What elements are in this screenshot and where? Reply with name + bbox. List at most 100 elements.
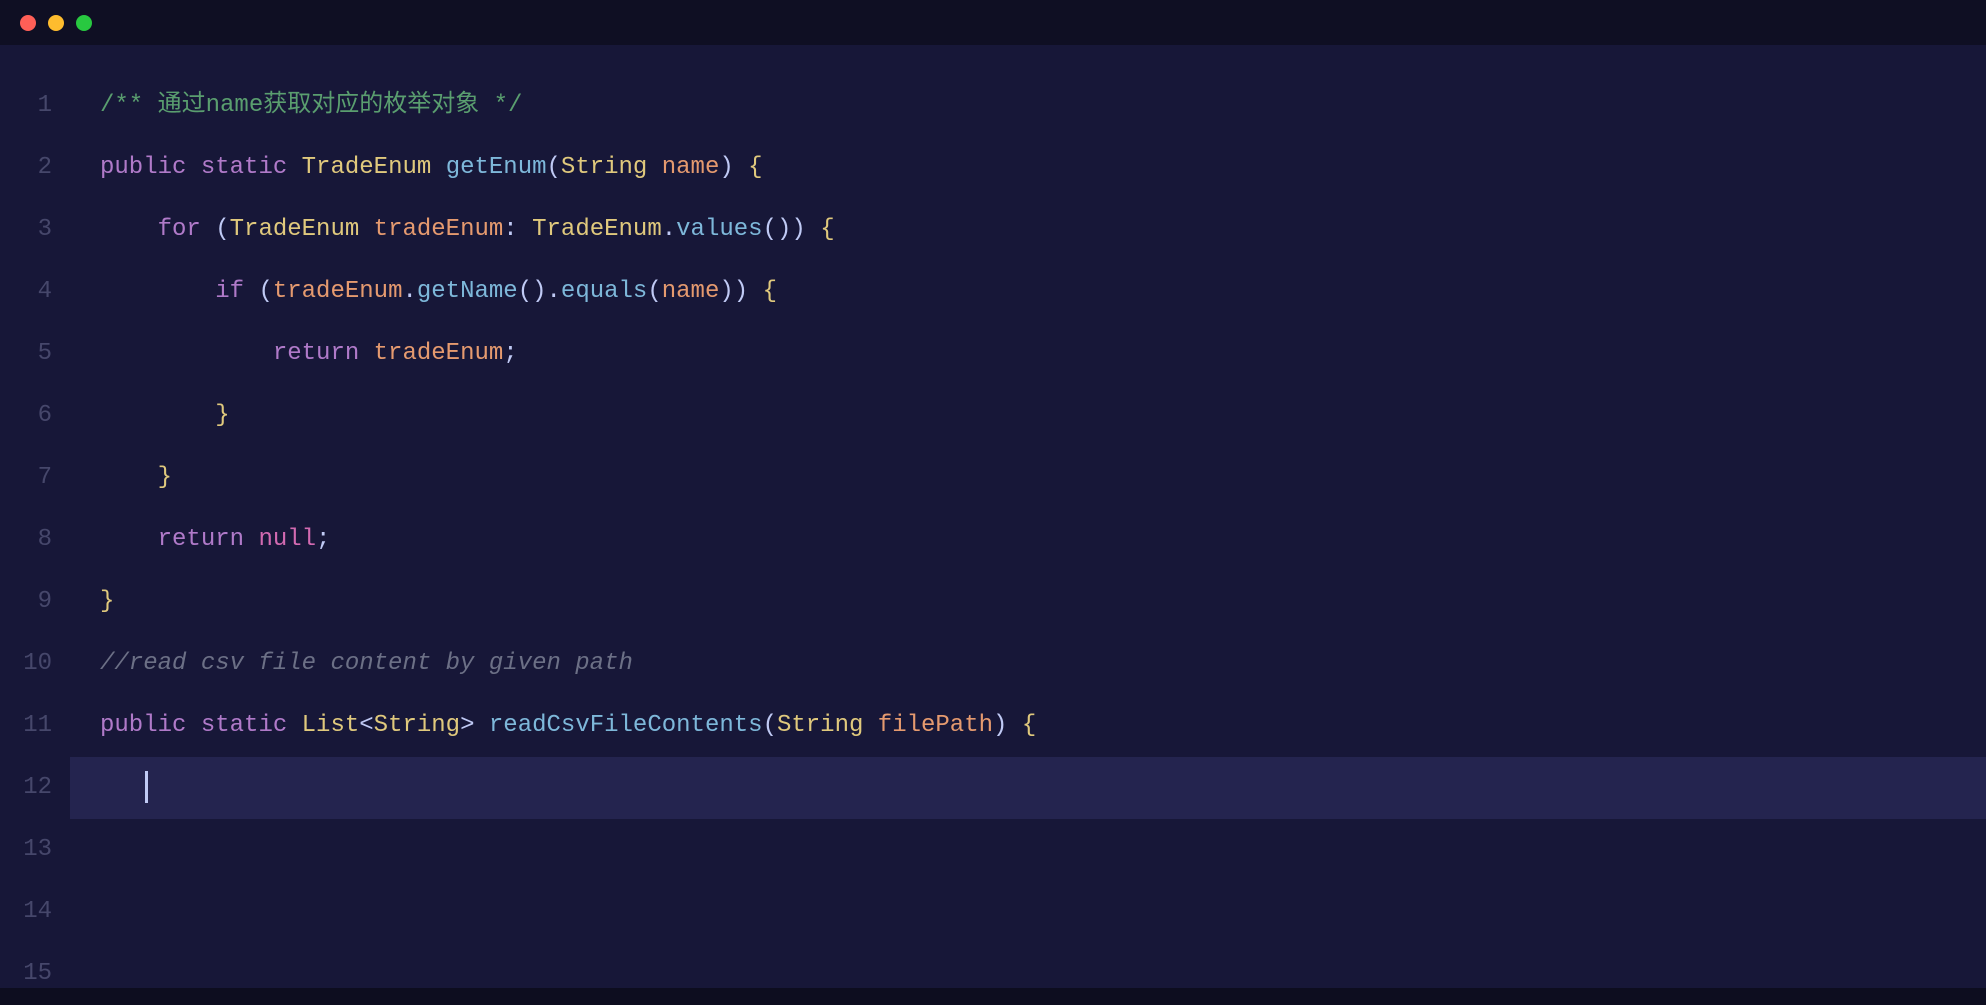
code-token [186, 154, 200, 181]
code-token: ) [719, 154, 733, 181]
minimize-button[interactable] [48, 15, 64, 31]
code-token: null [258, 526, 316, 553]
code-token: String [561, 154, 647, 181]
code-token: getName [417, 278, 518, 305]
line-number: 9 [0, 571, 52, 633]
code-token: > [460, 712, 474, 739]
code-token [431, 154, 445, 181]
line-number: 7 [0, 447, 52, 509]
code-line[interactable]: return tradeEnum; [70, 323, 1986, 385]
line-number: 1 [0, 75, 52, 137]
code-token: ()) [763, 216, 806, 243]
code-line[interactable]: } [70, 447, 1986, 509]
code-token: TradeEnum [230, 216, 360, 243]
code-token: equals [561, 278, 647, 305]
code-token [244, 278, 258, 305]
line-number: 15 [0, 943, 52, 1005]
code-token [100, 340, 273, 367]
code-token: return [273, 340, 359, 367]
line-number: 4 [0, 261, 52, 323]
code-token: . [402, 278, 416, 305]
code-line[interactable]: /** 通过name获取对应的枚举对象 */ [70, 75, 1986, 137]
code-token: getEnum [446, 154, 547, 181]
editor-area[interactable]: 123456789101112131415 /** 通过name获取对应的枚举对… [0, 45, 1986, 988]
code-token: if [215, 278, 244, 305]
code-token: { [1022, 712, 1036, 739]
line-number: 11 [0, 695, 52, 757]
code-token: /** 通过name获取对应的枚举对象 */ [100, 92, 522, 119]
code-token: for [158, 216, 201, 243]
code-token: } [158, 464, 172, 491]
code-area[interactable]: /** 通过name获取对应的枚举对象 */ public static Trad… [70, 45, 1986, 988]
code-token: { [763, 278, 777, 305]
code-token: List [302, 712, 360, 739]
line-number: 5 [0, 323, 52, 385]
code-token [734, 154, 748, 181]
code-line[interactable]: //read csv file content by given path [70, 633, 1986, 695]
code-token [806, 216, 820, 243]
code-token [863, 712, 877, 739]
code-token [201, 216, 215, 243]
code-token [359, 216, 373, 243]
line-number: 12 [0, 757, 52, 819]
code-token [100, 774, 143, 801]
line-number: 8 [0, 509, 52, 571]
code-token: ; [316, 526, 330, 553]
maximize-button[interactable] [76, 15, 92, 31]
editor-window: 123456789101112131415 /** 通过name获取对应的枚举对… [0, 0, 1986, 988]
code-token: tradeEnum [273, 278, 403, 305]
code-line[interactable]: public static List<String> readCsvFileCo… [70, 695, 1986, 757]
close-button[interactable] [20, 15, 36, 31]
code-token: return [158, 526, 244, 553]
code-token: name [662, 154, 720, 181]
code-token: filePath [878, 712, 993, 739]
code-line[interactable] [70, 943, 1986, 1005]
code-token: ) [993, 712, 1007, 739]
code-token [100, 216, 158, 243]
code-token: TradeEnum [302, 154, 432, 181]
code-line[interactable]: for (TradeEnum tradeEnum: TradeEnum.valu… [70, 199, 1986, 261]
code-line[interactable]: } [70, 571, 1986, 633]
code-token: ( [215, 216, 229, 243]
line-number: 13 [0, 819, 52, 881]
code-line[interactable]: public static TradeEnum getEnum(String n… [70, 137, 1986, 199]
code-token [647, 154, 661, 181]
code-token: )) [719, 278, 748, 305]
code-token: { [820, 216, 834, 243]
code-token: String [374, 712, 460, 739]
code-token: static [201, 712, 287, 739]
code-token [359, 340, 373, 367]
code-line[interactable] [70, 881, 1986, 943]
code-line[interactable]: } [70, 385, 1986, 447]
code-token: values [676, 216, 762, 243]
code-line[interactable] [70, 757, 1986, 819]
code-token: public [100, 154, 186, 181]
code-token: . [662, 216, 676, 243]
code-token [186, 712, 200, 739]
code-token: static [201, 154, 287, 181]
code-token: . [547, 278, 561, 305]
code-token: ; [503, 340, 517, 367]
code-token: //read csv file content by given path [100, 650, 633, 677]
code-token: ( [763, 712, 777, 739]
code-token: tradeEnum [374, 216, 504, 243]
code-token: < [359, 712, 373, 739]
code-token: { [748, 154, 762, 181]
code-token: ( [647, 278, 661, 305]
code-line[interactable]: if (tradeEnum.getName().equals(name)) { [70, 261, 1986, 323]
code-token: ( [547, 154, 561, 181]
code-token [100, 402, 215, 429]
code-token: String [777, 712, 863, 739]
line-number: 3 [0, 199, 52, 261]
code-token: name [662, 278, 720, 305]
code-line[interactable]: return null; [70, 509, 1986, 571]
code-token: TradeEnum [532, 216, 662, 243]
line-number: 2 [0, 137, 52, 199]
code-token [1007, 712, 1021, 739]
code-token: } [215, 402, 229, 429]
code-line[interactable] [70, 819, 1986, 881]
code-token [748, 278, 762, 305]
code-token: } [100, 588, 114, 615]
code-token: public [100, 712, 186, 739]
line-number: 10 [0, 633, 52, 695]
